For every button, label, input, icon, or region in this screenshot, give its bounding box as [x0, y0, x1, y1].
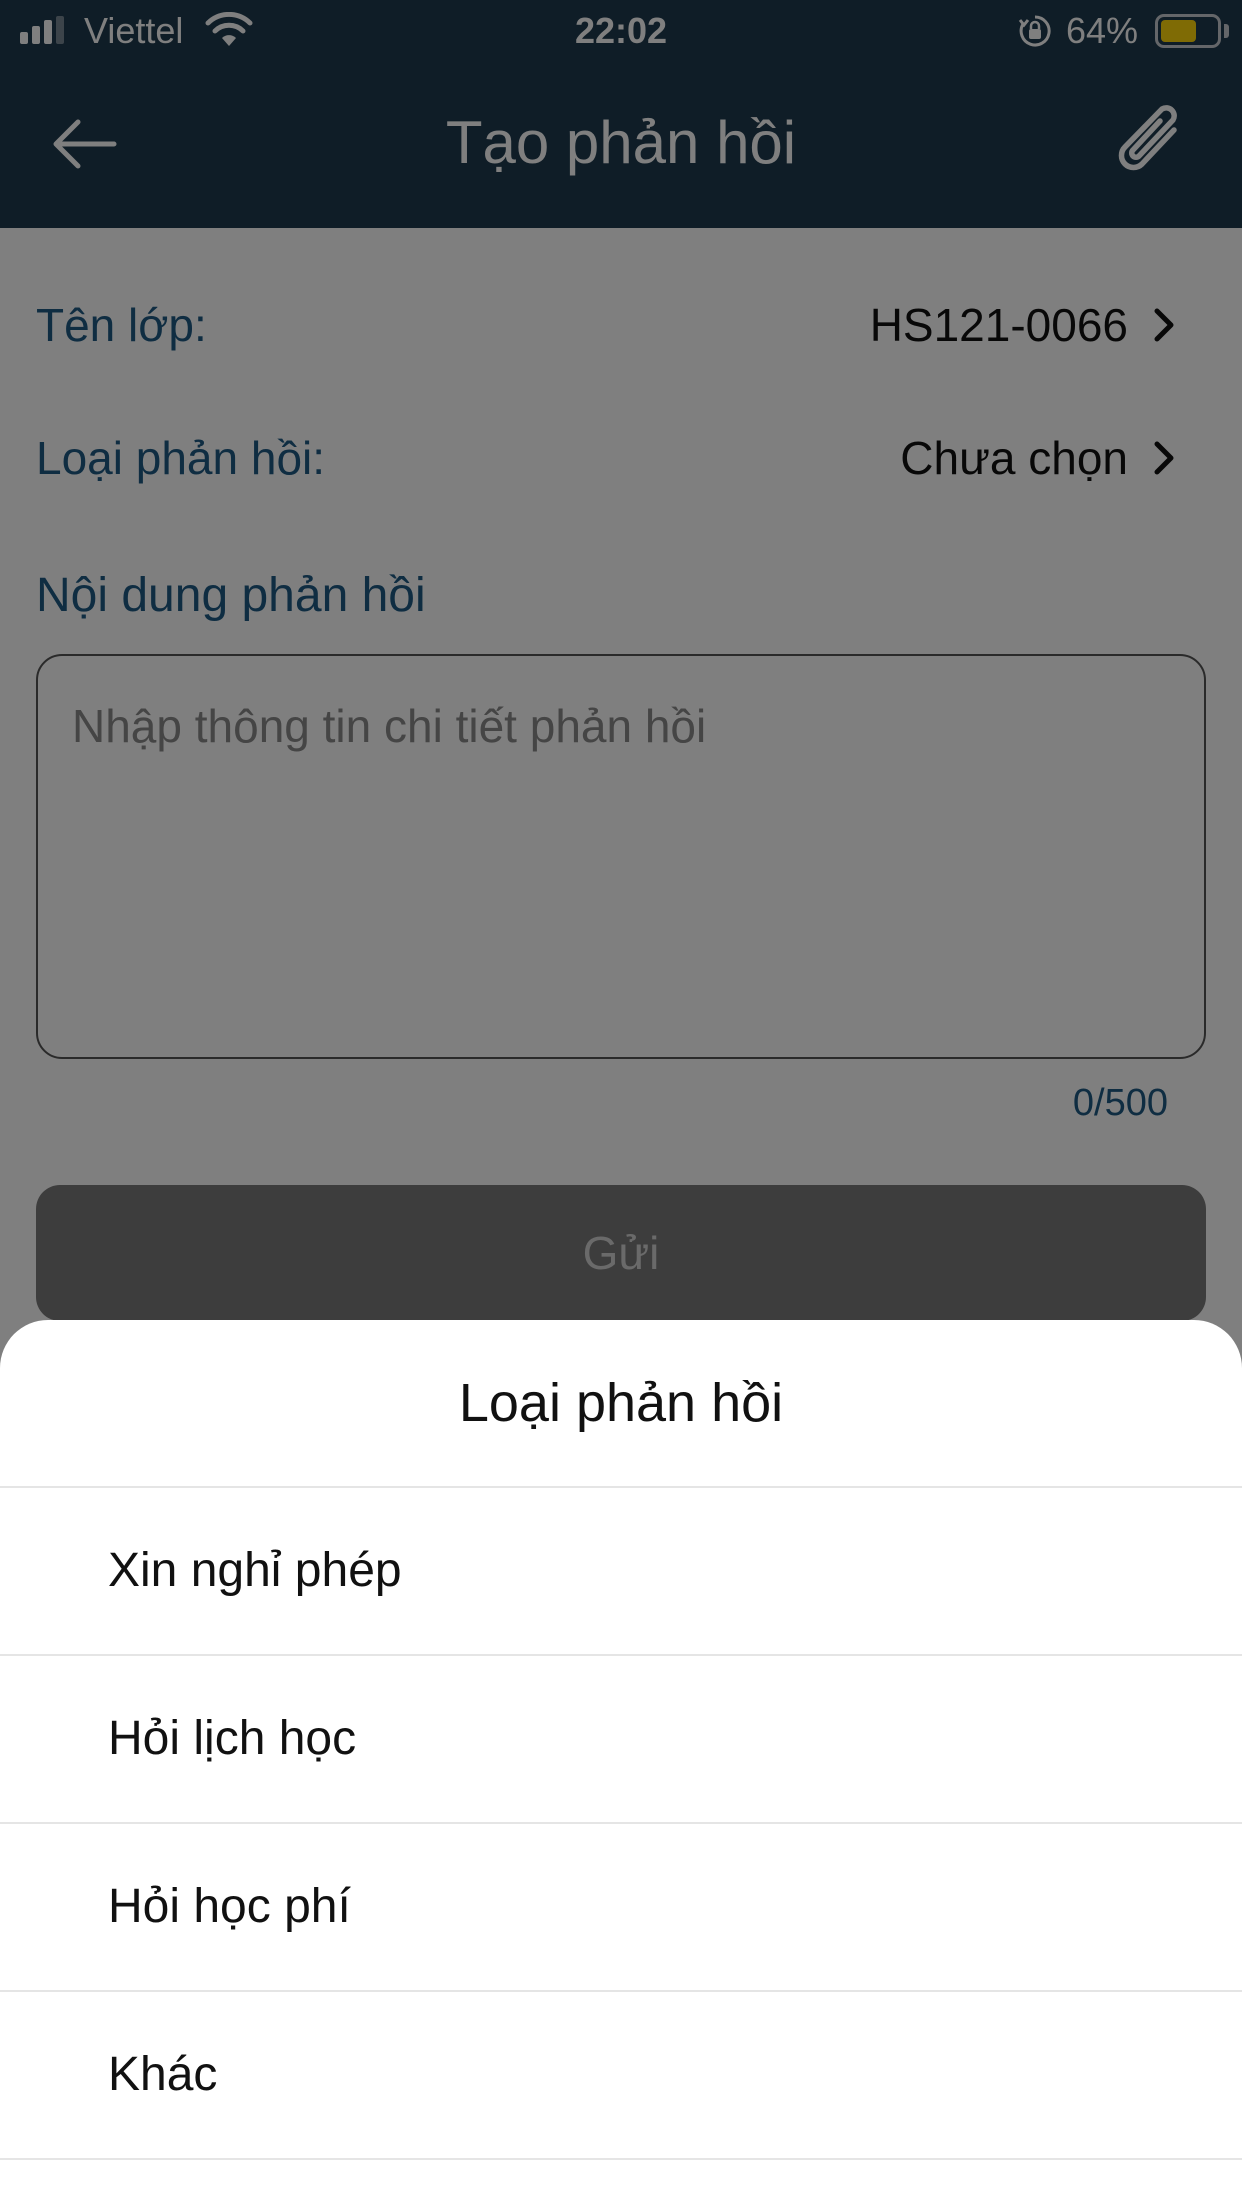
feedback-type-sheet: Loại phản hồi Xin nghỉ phép Hỏi lịch học… [0, 1320, 1242, 2208]
divider [0, 2158, 1242, 2160]
option-hoi-lich-hoc[interactable]: Hỏi lịch học [0, 1656, 1242, 1822]
option-xin-nghi-phep[interactable]: Xin nghỉ phép [0, 1488, 1242, 1654]
option-label: Xin nghỉ phép [108, 1544, 402, 1597]
option-label: Hỏi lịch học [108, 1712, 357, 1765]
option-khac[interactable]: Khác [0, 1992, 1242, 2158]
option-label: Hỏi học phí [108, 1880, 351, 1933]
sheet-title: Loại phản hồi [458, 1373, 784, 1433]
option-label: Khác [108, 2048, 218, 2101]
option-hoi-hoc-phi[interactable]: Hỏi học phí [0, 1824, 1242, 1990]
